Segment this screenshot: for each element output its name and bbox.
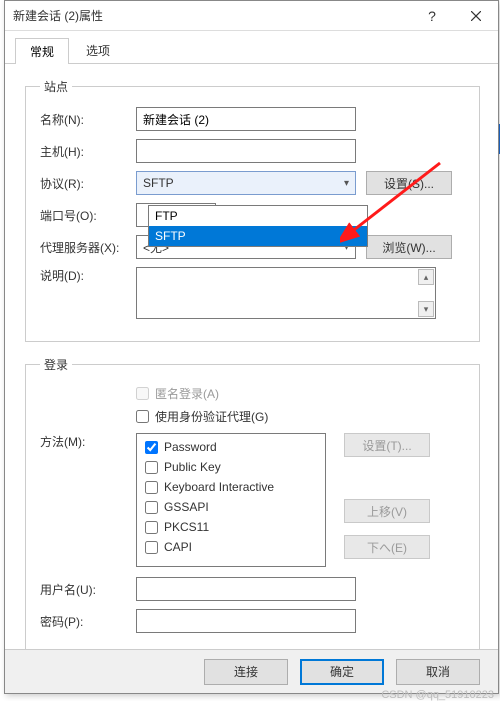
titlebar: 新建会话 (2)属性 ? [5, 1, 498, 31]
name-input[interactable] [136, 107, 356, 131]
idproxy-checkbox-row[interactable]: 使用身份验证代理(G) [136, 408, 465, 425]
description-textarea[interactable]: ▴ ▾ [136, 267, 436, 319]
movedown-button: 下へ(E) [344, 535, 430, 559]
method-kbdint-checkbox[interactable] [145, 481, 158, 494]
help-icon: ? [428, 8, 436, 24]
method-label: 方法(M): [40, 433, 136, 450]
tab-general[interactable]: 常规 [15, 38, 69, 64]
method-pkcs11-checkbox[interactable] [145, 521, 158, 534]
anon-login-checkbox-row: 匿名登录(A) [136, 385, 465, 402]
ok-button[interactable]: 确定 [300, 659, 384, 685]
group-login: 登录 匿名登录(A) 使用身份验证代理(G) 方法(M): Password P… [25, 356, 480, 656]
cancel-button[interactable]: 取消 [396, 659, 480, 685]
username-input[interactable] [136, 577, 356, 601]
protocol-select[interactable]: SFTP ▾ [136, 171, 356, 195]
method-publickey-checkbox[interactable] [145, 461, 158, 474]
watermark-text: CSDN @qq_51910223 [381, 689, 494, 701]
scroll-down-button[interactable]: ▾ [418, 301, 434, 317]
group-site-legend: 站点 [40, 78, 72, 95]
protocol-label: 协议(R): [40, 175, 136, 192]
window-title: 新建会话 (2)属性 [5, 7, 410, 24]
close-icon [471, 11, 481, 21]
protocol-value: SFTP [143, 176, 174, 190]
password-label: 密码(P): [40, 613, 136, 630]
password-input[interactable] [136, 609, 356, 633]
annotation-arrow-icon [340, 155, 450, 245]
group-login-legend: 登录 [40, 356, 72, 373]
method-kbdint-label: Keyboard Interactive [164, 480, 274, 494]
moveup-button: 上移(V) [344, 499, 430, 523]
protocol-option-ftp[interactable]: FTP [149, 206, 367, 226]
proxy-label: 代理服务器(X): [40, 239, 136, 256]
connect-button[interactable]: 连接 [204, 659, 288, 685]
dialog-window: 新建会话 (2)属性 ? 常规 选项 站点 名称(N): 主机(H): [4, 0, 499, 694]
method-password-label: Password [164, 440, 217, 454]
anon-login-checkbox [136, 387, 149, 400]
host-input[interactable] [136, 139, 356, 163]
method-publickey-label: Public Key [164, 460, 221, 474]
name-label: 名称(N): [40, 111, 136, 128]
method-gssapi-checkbox[interactable] [145, 501, 158, 514]
method-settings-button: 设置(T)... [344, 433, 430, 457]
anon-login-label: 匿名登录(A) [155, 385, 219, 402]
tab-bar: 常规 选项 [5, 31, 498, 64]
auth-methods-list[interactable]: Password Public Key Keyboard Interactive… [136, 433, 326, 567]
username-label: 用户名(U): [40, 581, 136, 598]
idproxy-checkbox[interactable] [136, 410, 149, 423]
protocol-option-sftp[interactable]: SFTP [149, 226, 367, 246]
desc-label: 说明(D): [40, 267, 136, 284]
protocol-dropdown[interactable]: FTP SFTP [148, 205, 368, 247]
tab-options[interactable]: 选项 [71, 37, 125, 63]
method-gssapi-label: GSSAPI [164, 500, 209, 514]
method-password-checkbox[interactable] [145, 441, 158, 454]
help-button[interactable]: ? [410, 1, 454, 31]
method-capi-label: CAPI [164, 540, 192, 554]
host-label: 主机(H): [40, 143, 136, 160]
method-pkcs11-label: PKCS11 [164, 520, 209, 534]
idproxy-label: 使用身份验证代理(G) [155, 408, 268, 425]
method-capi-checkbox[interactable] [145, 541, 158, 554]
scroll-up-button[interactable]: ▴ [418, 269, 434, 285]
close-button[interactable] [454, 1, 498, 31]
port-label: 端口号(O): [40, 207, 136, 224]
dialog-footer: 连接 确定 取消 [5, 649, 498, 693]
